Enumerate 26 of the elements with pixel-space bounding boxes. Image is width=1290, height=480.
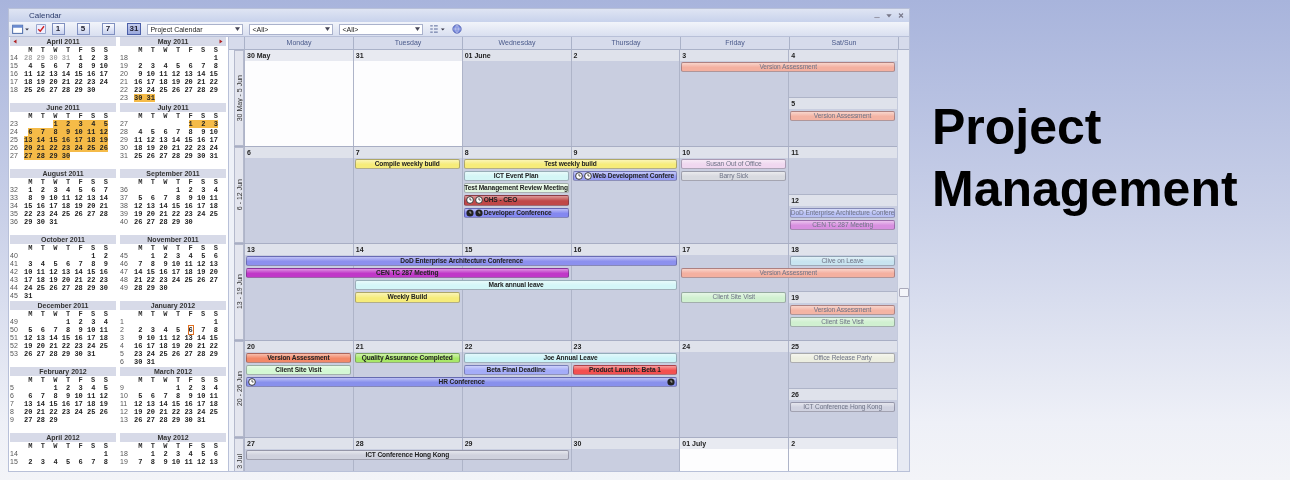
page-heading: Project Management [932, 98, 1239, 219]
clock-icon [248, 378, 256, 387]
dark-circle-icon [465, 208, 474, 217]
view-button[interactable]: 1 [51, 23, 65, 35]
dark-circle-icon [474, 208, 483, 217]
view-button[interactable]: 7 [101, 23, 115, 35]
view-button[interactable]: 31 [126, 23, 142, 35]
scrollbar[interactable] [897, 50, 909, 471]
caret-icon [415, 27, 421, 31]
calendar-icon[interactable] [12, 24, 30, 34]
dropdown-icon[interactable] [885, 12, 893, 19]
clock-icon [583, 172, 592, 181]
globe-icon[interactable] [451, 24, 462, 34]
list-icon[interactable] [429, 24, 446, 34]
dark-circle-icon [667, 378, 676, 387]
checkmark-icon[interactable] [35, 24, 46, 34]
previous-arrow-icon[interactable] [13, 39, 17, 44]
next-arrow-icon[interactable] [219, 39, 223, 44]
window-title: Calendar [29, 11, 62, 20]
view-button[interactable]: 5 [76, 23, 90, 35]
clock-icon [474, 196, 483, 205]
caret-icon [325, 27, 331, 31]
close-icon[interactable] [897, 12, 905, 19]
caret-icon [235, 27, 241, 31]
clock-icon [465, 196, 474, 205]
clock-icon [574, 172, 583, 181]
